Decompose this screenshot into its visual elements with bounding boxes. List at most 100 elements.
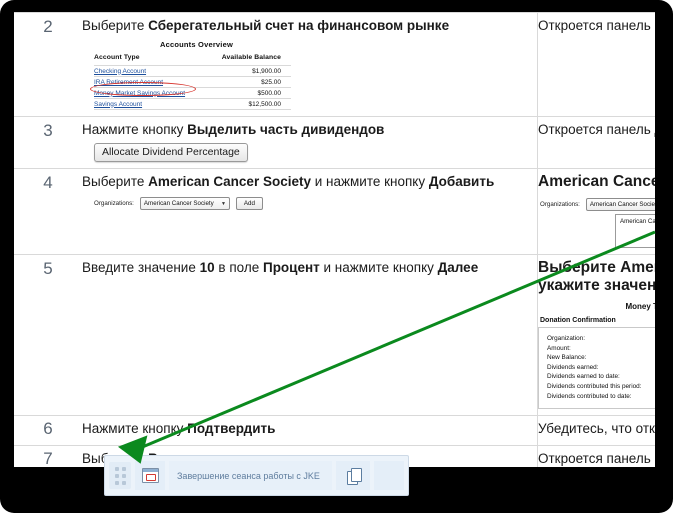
window-icon	[141, 468, 159, 483]
step-action-text: Нажмите кнопку Подтвердить	[82, 420, 537, 437]
app-title: Money That Matters	[625, 302, 655, 311]
balance-cell: $500.00	[205, 87, 291, 99]
balance-cell: $12,500.00	[205, 98, 291, 110]
action-prefix: Выберите	[82, 18, 149, 33]
step-action-cell: Выберите American Cancer Society и нажми…	[82, 168, 538, 255]
add-button[interactable]: Add	[235, 197, 263, 210]
list-item[interactable]: American Cancer Society	[620, 218, 655, 225]
organizations-row: Organizations: American Cancer Society ▼…	[94, 197, 537, 210]
action-emphasis-2: Процент	[262, 260, 320, 275]
action-prefix: Нажмите кнопку	[82, 421, 188, 437]
grip-dot	[114, 473, 119, 478]
step-result-cell: Откроется панель Обз	[537, 445, 655, 467]
window-icon-cell	[135, 461, 165, 490]
donation-confirmation-title: Donation Confirmation	[540, 317, 616, 324]
field-organization: Organization:	[547, 335, 586, 342]
field-dividends-earned: Dividends earned:	[547, 363, 599, 371]
col-account-type: Account Type	[94, 54, 140, 61]
action-prefix: Выберите	[82, 174, 149, 189]
action-middle-2: и нажмите кнопку	[319, 260, 438, 275]
drag-handle-icon[interactable]	[109, 462, 131, 489]
step-action-cell: Выберите Сберегательный счет на финансов…	[82, 12, 538, 117]
step-number: 6	[14, 415, 82, 447]
organizations-select-value: American Cancer Society	[589, 201, 655, 208]
step-result-text: Убедитесь, что открыл	[538, 421, 655, 437]
table-row: IRA Retirement Account $25.00	[94, 76, 291, 88]
step-number: 4	[14, 168, 82, 255]
field-amount: Amount:	[547, 344, 571, 352]
action-emphasis: Сберегательный счет на финансовом рынке	[148, 18, 450, 33]
action-prefix: Введите значение	[82, 260, 200, 275]
session-card[interactable]: Завершение сеанса работы с JKE	[104, 455, 409, 496]
step-result-text: American Cancer Soc	[538, 173, 655, 190]
action-emphasis: 10	[199, 260, 215, 275]
action-middle: и нажмите кнопку	[310, 174, 429, 189]
table-row: Checking Account $1,900.00	[94, 65, 291, 77]
account-link-ira[interactable]: IRA Retirement Account	[94, 79, 163, 86]
step-action-cell: Введите значение 10 в поле Процент и наж…	[82, 253, 538, 417]
donation-confirmation-screenshot: Money That Matters Donation Confirmation…	[538, 302, 655, 410]
step-result-cell: Откроется панель Ден	[537, 116, 655, 169]
table-row: 2 Выберите Сберегательный счет на финанс…	[14, 12, 655, 117]
field-dividends-contributed-to-date: Dividends contributed to date:	[547, 392, 632, 400]
step-result-text: Откроется панель Ден	[538, 122, 655, 137]
account-cell: IRA Retirement Account	[94, 76, 206, 88]
step-action-cell: Нажмите кнопку Выделить часть дивидендов…	[82, 116, 538, 169]
step-result-text: Откроется панель Све	[538, 18, 655, 33]
account-link-checking[interactable]: Checking Account	[94, 68, 146, 75]
document-viewport[interactable]: 2 Выберите Сберегательный счет на финанс…	[14, 12, 655, 467]
card-tail-cell	[374, 461, 404, 490]
step-result-cell: Выберите American Can укажите значение 5…	[537, 253, 655, 417]
organizations-select-value: American Cancer Society	[143, 200, 214, 207]
grip-dot	[121, 480, 126, 485]
step-result-cell: Убедитесь, что открыл	[537, 415, 655, 447]
accounts-overview-screenshot: Accounts Overview Account Type Available…	[82, 40, 537, 110]
grip-dot	[121, 466, 126, 471]
step-action-text: Выберите American Cancer Society и нажми…	[82, 173, 537, 190]
organizations-select[interactable]: American Cancer Society ▼	[139, 197, 230, 210]
organizations-listbox[interactable]: American Cancer Society	[615, 214, 655, 248]
copy-document-icon-cell[interactable]	[336, 461, 370, 490]
action-emphasis: American Cancer Society	[148, 174, 311, 189]
chevron-down-icon: ▼	[220, 200, 226, 207]
account-link-money-market[interactable]: Money Market Savings Account	[94, 90, 185, 97]
organizations-row-result: Organizations: American Cancer Society ▼	[540, 198, 655, 211]
step-result-cell: Откроется панель Све	[537, 12, 655, 117]
step-action-text: Нажмите кнопку Выделить часть дивидендов	[82, 121, 537, 138]
account-link-savings[interactable]: Savings Account	[94, 101, 142, 108]
field-dividends-earned-to-date: Dividends earned to date:	[547, 373, 620, 381]
grip-dot	[114, 480, 119, 485]
balance-cell: $25.00	[205, 76, 291, 88]
donation-confirmation-box: Organization: Amount: New Balance: Divid…	[538, 327, 655, 410]
outer-frame: 2 Выберите Сберегательный счет на финанс…	[0, 0, 673, 513]
balance-cell: $1,900.00	[205, 65, 291, 77]
action-prefix: Нажмите кнопку	[82, 122, 188, 137]
step-number: 2	[14, 12, 82, 117]
accounts-header-row: Account Type Available Balance	[94, 54, 291, 66]
step-number: 3	[14, 116, 82, 169]
organizations-label: Organizations:	[94, 200, 134, 207]
organizations-select[interactable]: American Cancer Society ▼	[585, 198, 655, 211]
allocate-dividend-percentage-button[interactable]: Allocate Dividend Percentage	[94, 143, 248, 162]
account-cell: Money Market Savings Account	[94, 87, 206, 99]
table-row: 6 Нажмите кнопку Подтвердить Убедитесь, …	[14, 415, 655, 447]
table-row: 5 Введите значение 10 в поле Процент и н…	[14, 253, 655, 417]
document-page: 2 Выберите Сберегательный счет на финанс…	[14, 12, 655, 467]
account-cell: Savings Account	[94, 98, 206, 110]
step-result-cell: American Cancer Soc Organizations: Ameri…	[537, 168, 655, 255]
table-row: Savings Account $12,500.00	[94, 98, 291, 110]
grip-dot	[114, 466, 119, 471]
field-new-balance: New Balance:	[547, 354, 587, 362]
step-action-text: Выберите Сберегательный счет на финансов…	[82, 17, 537, 34]
session-card-title: Завершение сеанса работы с JKE	[169, 461, 332, 490]
table-row: 3 Нажмите кнопку Выделить часть дивиденд…	[14, 116, 655, 169]
step-action-cell: Нажмите кнопку Подтвердить	[82, 415, 538, 447]
action-emphasis-2: Добавить	[428, 174, 495, 189]
account-cell: Checking Account	[94, 65, 206, 77]
step-number: 5	[14, 253, 82, 417]
field-dividends-contributed-period: Dividends contributed this period:	[547, 382, 642, 390]
table-row: 4 Выберите American Cancer Society и наж…	[14, 168, 655, 255]
doc-front	[350, 468, 362, 482]
accounts-overview-title: Accounts Overview	[159, 40, 233, 49]
step-result-line-2: укажите значение 50,0	[538, 277, 655, 294]
